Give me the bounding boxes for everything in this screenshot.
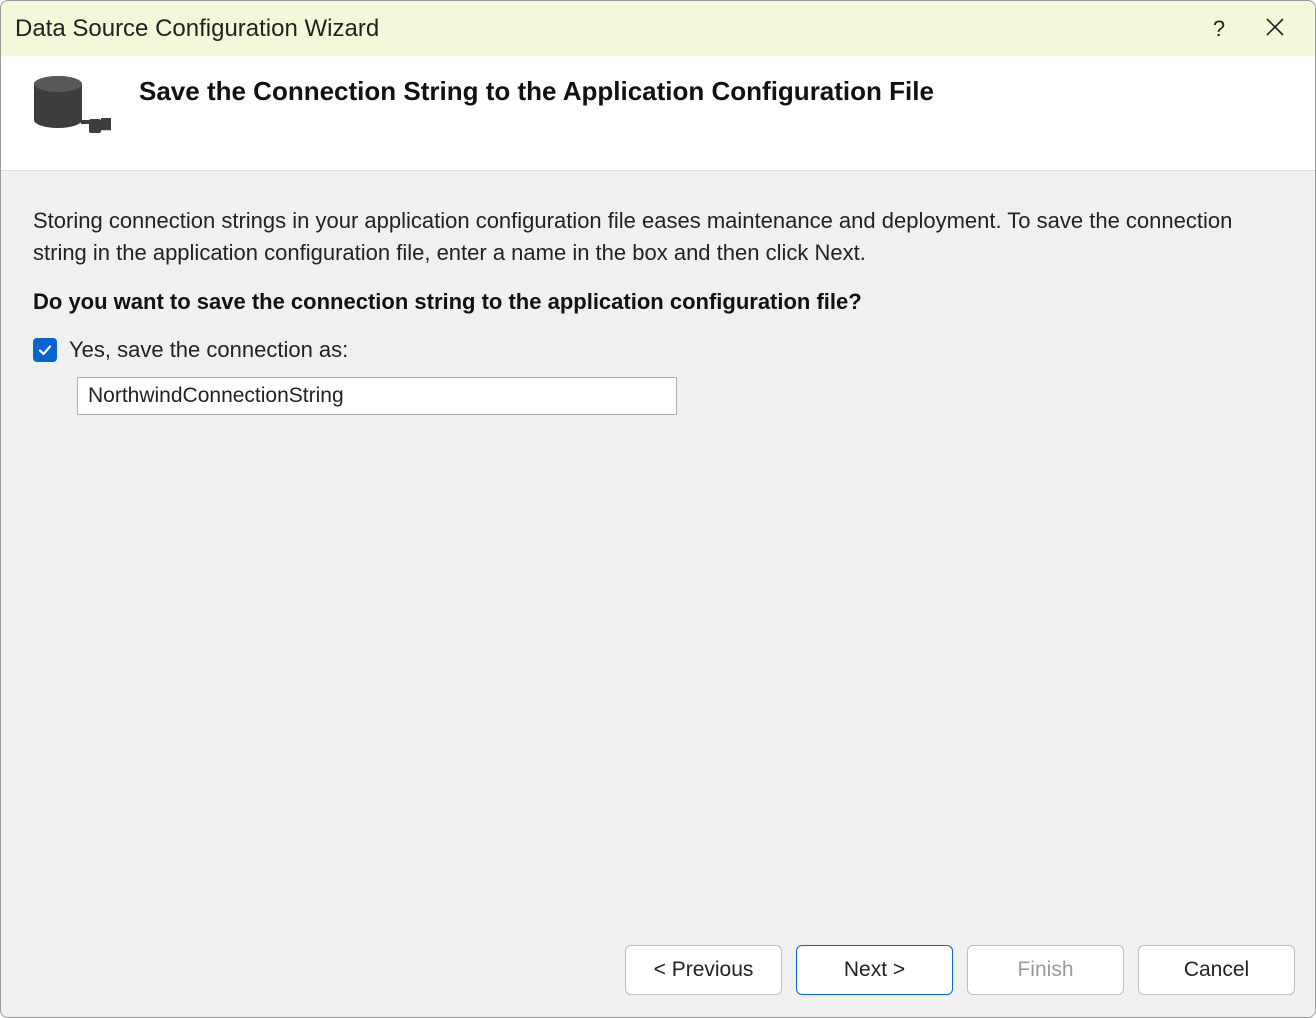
- help-button[interactable]: ?: [1191, 9, 1247, 49]
- previous-button[interactable]: < Previous: [625, 945, 782, 995]
- content-area: Storing connection strings in your appli…: [1, 171, 1315, 927]
- wizard-window: Data Source Configuration Wizard ?: [0, 0, 1316, 1018]
- next-button[interactable]: Next >: [796, 945, 953, 995]
- save-connection-checkbox[interactable]: [33, 338, 57, 362]
- database-plug-icon: [31, 74, 113, 140]
- description-text: Storing connection strings in your appli…: [33, 205, 1283, 269]
- checkmark-icon: [37, 342, 53, 358]
- finish-button[interactable]: Finish: [967, 945, 1124, 995]
- page-heading: Save the Connection String to the Applic…: [139, 76, 934, 107]
- window-title: Data Source Configuration Wizard: [15, 15, 1191, 43]
- question-text: Do you want to save the connection strin…: [33, 289, 1283, 315]
- save-connection-label: Yes, save the connection as:: [69, 337, 348, 363]
- close-icon: [1266, 16, 1284, 42]
- footer-button-bar: < Previous Next > Finish Cancel: [1, 927, 1315, 1017]
- help-icon: ?: [1213, 16, 1225, 42]
- close-button[interactable]: [1247, 9, 1303, 49]
- header-panel: Save the Connection String to the Applic…: [1, 56, 1315, 171]
- connection-name-input[interactable]: [77, 377, 677, 415]
- titlebar: Data Source Configuration Wizard ?: [1, 1, 1315, 56]
- save-connection-checkbox-row: Yes, save the connection as:: [33, 337, 1283, 363]
- cancel-button[interactable]: Cancel: [1138, 945, 1295, 995]
